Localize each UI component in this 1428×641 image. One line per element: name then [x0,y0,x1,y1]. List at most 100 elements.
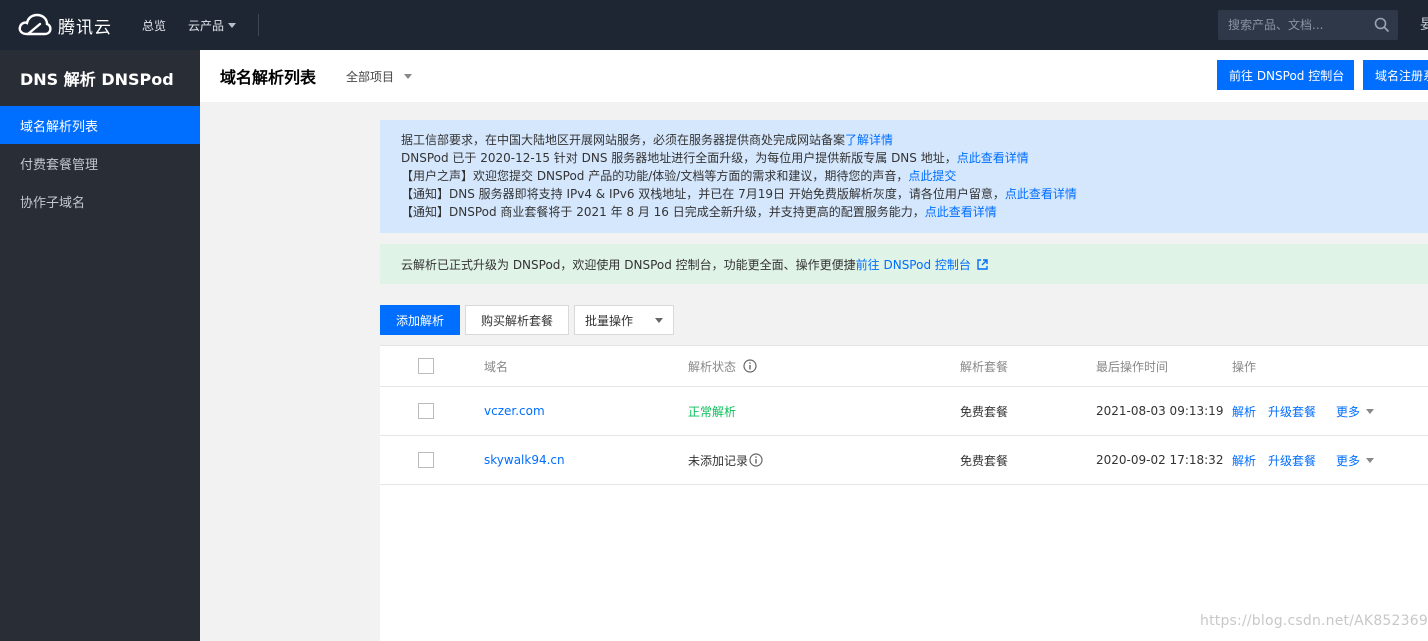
column-header-status: 解析状态 [688,346,757,386]
header-check-cell [418,346,434,386]
nav-cloud-products[interactable]: 云产品 [188,17,237,34]
nav-cloud-products-label: 云产品 [188,18,225,33]
domain-cell: skywalk94.cn [484,436,565,484]
more-menu[interactable]: 更多 [1336,403,1375,420]
brand-logo[interactable]: 腾讯云 [18,13,122,38]
page-title: 域名解析列表 [220,68,317,87]
table-row: skywalk94.cn 未添加记录 免费套餐 2020-09-02 17:18… [380,436,1428,485]
chevron-down-icon [404,73,413,79]
nav-overview-label: 总览 [142,18,167,33]
notice-text: DNSPod 已于 2020-12-15 针对 DNS 服务器地址进行全面升级，… [401,151,957,165]
more-label: 更多 [1336,404,1361,419]
column-header-domain: 域名 [484,359,509,374]
domain-registration-button[interactable]: 域名注册系统 [1363,60,1428,90]
sidebar-item-label: 协作子域名 [20,195,86,211]
status-text: 正常解析 [688,404,737,419]
project-select-value: 全部项目 [346,69,395,84]
row-check-cell [418,387,434,435]
sidebar-title: DNS 解析 DNSPod [20,70,174,89]
sidebar-item-label: 域名解析列表 [20,119,99,135]
column-header-status-label: 解析状态 [688,359,737,374]
plan-cell: 免费套餐 [960,453,1009,468]
notice-link[interactable]: 点此查看详情 [925,205,997,219]
search-input[interactable] [1228,18,1368,32]
ops-cell: 解析 升级套餐 更多 [1232,387,1375,435]
brand-name: 腾讯云 [58,17,112,38]
notice-line: 【用户之声】欢迎您提交 DNSPod 产品的功能/体验/文档等方面的需求和建议，… [401,167,1408,185]
more-menu[interactable]: 更多 [1336,452,1375,469]
notice-link[interactable]: 点此查看详情 [1005,187,1077,201]
table-toolbar: 添加解析 购买解析套餐 批量操作 [380,305,1428,335]
more-label: 更多 [1336,453,1361,468]
search-box [1218,10,1398,40]
chevron-down-icon [655,318,663,323]
watermark: https://blog.csdn.net/AK852369 [1200,613,1428,629]
external-link-icon[interactable] [977,258,988,270]
notice-link[interactable]: 点此提交 [908,169,956,183]
info-icon[interactable] [743,359,757,373]
time-cell: 2020-09-02 17:18:32 [1096,453,1224,467]
notice-link[interactable]: 了解详情 [845,133,893,147]
sidebar-item-paid-plans[interactable]: 付费套餐管理 [0,144,200,182]
status-text: 未添加记录 [688,453,749,468]
sidebar-item-subdomains[interactable]: 协作子域名 [0,182,200,220]
domain-cell: vczer.com [484,387,545,435]
batch-operation-select[interactable]: 批量操作 [574,305,674,335]
add-record-button[interactable]: 添加解析 [380,305,460,335]
sidebar: DNS 解析 DNSPod 域名解析列表 付费套餐管理 协作子域名 [0,50,200,641]
status-cell: 正常解析 [688,387,736,435]
select-all-checkbox[interactable] [418,358,434,374]
ops-cell: 解析 升级套餐 更多 [1232,436,1375,484]
row-check-cell [418,436,434,484]
domain-link[interactable]: skywalk94.cn [484,453,565,467]
table-header-row: 域名 解析状态 解析套餐 最后操作时间 操作 [380,346,1428,387]
info-icon[interactable] [749,453,763,467]
domain-link[interactable]: vczer.com [484,404,545,418]
upgrade-plan-link[interactable]: 升级套餐 [1268,403,1316,420]
notice-line: 【通知】DNS 服务器即将支持 IPv4 & IPv6 双栈地址，并已在 7月1… [401,185,1408,203]
domain-table: 域名 解析状态 解析套餐 最后操作时间 操作 vczer.com 正常解析 免费… [380,345,1428,641]
upgrade-tip-banner: 云解析已正式升级为 DNSPod，欢迎使用 DNSPod 控制台，功能更全面、操… [380,244,1428,284]
notice-text: 【通知】DNS 服务器即将支持 IPv4 & IPv6 双栈地址，并已在 7月1… [401,187,1005,201]
nav-divider [258,14,260,36]
top-edge-glyph[interactable]: 妟 [1420,14,1428,34]
tip-text: 云解析已正式升级为 DNSPod，欢迎使用 DNSPod 控制台，功能更全面、操… [401,257,856,272]
tip-console-link[interactable]: 前往 DNSPod 控制台 [856,256,971,273]
page-header: 域名解析列表 全部项目 前往 DNSPod 控制台 域名注册系统 [200,50,1428,102]
cloud-logo-icon [18,13,52,36]
sidebar-item-label: 付费套餐管理 [20,157,99,173]
buy-plan-button[interactable]: 购买解析套餐 [465,305,569,335]
notice-link[interactable]: 点此查看详情 [957,151,1029,165]
search-icon[interactable] [1374,17,1390,33]
column-header-ops: 操作 [1232,359,1257,374]
notice-line: 据工信部要求，在中国大陆地区开展网站服务，必须在服务器提供商处完成网站备案了解详… [401,131,1408,149]
table-row: vczer.com 正常解析 免费套餐 2021-08-03 09:13:19 … [380,387,1428,436]
chevron-down-icon [1366,408,1375,414]
notice-line: DNSPod 已于 2020-12-15 针对 DNS 服务器地址进行全面升级，… [401,149,1408,167]
row-checkbox[interactable] [418,403,434,419]
notice-text: 【通知】DNSPod 商业套餐将于 2021 年 8 月 16 日完成全新升级，… [401,205,925,219]
batch-operation-value: 批量操作 [585,313,634,328]
top-bar: 腾讯云 总览 云产品 妟 [0,0,1428,50]
chevron-down-icon [1366,457,1375,463]
sidebar-item-domain-list[interactable]: 域名解析列表 [0,106,200,144]
resolve-link[interactable]: 解析 [1232,403,1256,420]
goto-dnspod-console-button[interactable]: 前往 DNSPod 控制台 [1217,60,1354,90]
notice-text: 据工信部要求，在中国大陆地区开展网站服务，必须在服务器提供商处完成网站备案 [401,133,846,147]
nav-overview[interactable]: 总览 [142,17,166,34]
notice-banner: 据工信部要求，在中国大陆地区开展网站服务，必须在服务器提供商处完成网站备案了解详… [380,120,1428,233]
plan-cell: 免费套餐 [960,404,1009,419]
resolve-link[interactable]: 解析 [1232,452,1256,469]
chevron-down-icon [228,22,237,28]
upgrade-plan-link[interactable]: 升级套餐 [1268,452,1316,469]
time-cell: 2021-08-03 09:13:19 [1096,404,1224,418]
notice-text: 【用户之声】欢迎您提交 DNSPod 产品的功能/体验/文档等方面的需求和建议，… [401,169,909,183]
top-nav: 总览 云产品 [142,14,260,36]
column-header-time: 最后操作时间 [1096,359,1169,374]
column-header-plan: 解析套餐 [960,359,1009,374]
row-checkbox[interactable] [418,452,434,468]
notice-line: 【通知】DNSPod 商业套餐将于 2021 年 8 月 16 日完成全新升级，… [401,203,1408,221]
project-select[interactable]: 全部项目 [346,68,413,85]
main-content: 据工信部要求，在中国大陆地区开展网站服务，必须在服务器提供商处完成网站备案了解详… [380,120,1428,641]
status-cell: 未添加记录 [688,436,763,484]
